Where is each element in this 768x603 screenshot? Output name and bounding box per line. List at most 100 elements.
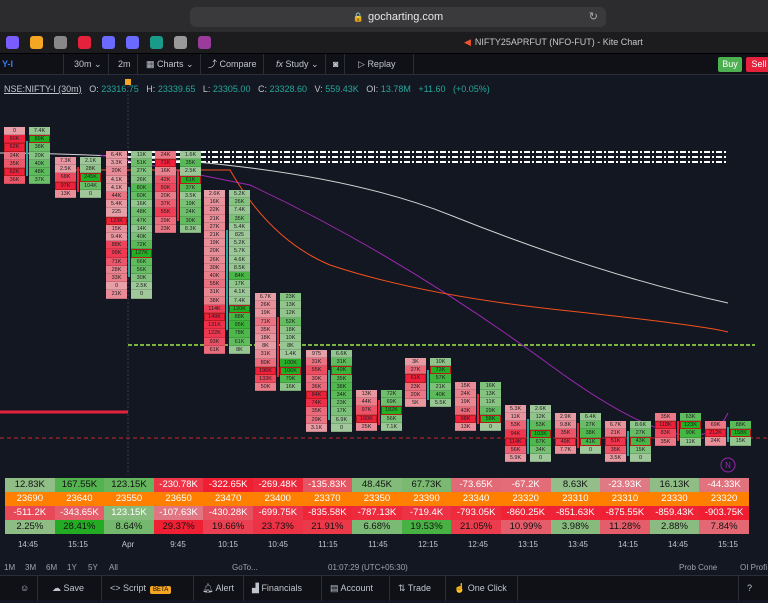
- time-tick: 15:15: [67, 540, 89, 549]
- sell-volume-cell: 4.1K: [106, 175, 127, 184]
- sell-volume-cell: 21K: [106, 290, 127, 299]
- alert-button[interactable]: 🔔︎ Alert: [194, 576, 244, 601]
- sell-volume-cell: 20K: [155, 192, 176, 201]
- bookmark-icon[interactable]: [6, 36, 19, 49]
- bookmark-icon[interactable]: [126, 36, 139, 49]
- cum-delta-cell: -903.75K: [699, 506, 749, 520]
- replay-label: Replay: [367, 59, 396, 69]
- time-tick: 9:45: [170, 540, 186, 549]
- sell-volume-cell: 98K: [455, 414, 476, 423]
- cum-delta-cell: -343.65K: [54, 506, 105, 520]
- candle-body: [477, 394, 479, 424]
- sell-button[interactable]: Sell: [746, 57, 768, 72]
- time-tick: 12:45: [467, 540, 489, 549]
- interval-select[interactable]: 30m ⌄: [68, 54, 109, 75]
- range-5y[interactable]: 5Y: [88, 563, 98, 572]
- kite-logo-icon: ◀: [464, 37, 471, 47]
- sell-volume-cell: 225: [106, 208, 127, 217]
- replay-button[interactable]: ▷ Replay: [352, 54, 414, 75]
- bookmark-icon[interactable]: [78, 36, 91, 49]
- sell-volume-cell: 122K: [204, 329, 225, 338]
- buy-volume-cell: 16K: [480, 382, 501, 391]
- sell-volume-cell: 16K: [204, 198, 225, 207]
- buy-volume-cell: 84K: [229, 272, 250, 281]
- range-1y[interactable]: 1Y: [67, 563, 77, 572]
- time-tick: Apr: [121, 540, 135, 549]
- script-button[interactable]: <> Script BETA: [102, 576, 194, 601]
- footprint-chart[interactable]: N 0 60K 62K 24K 35K 62K 36K 7.4K 89K 38K 20K 40K 48K…: [0, 75, 768, 475]
- bookmark-icon[interactable]: [102, 36, 115, 49]
- camera-icon: ◙: [333, 59, 339, 69]
- help-button[interactable]: ?: [738, 576, 760, 601]
- sell-volume-cell: 74K: [306, 399, 327, 408]
- buy-volume-cell: 13K: [280, 301, 301, 310]
- range-3m[interactable]: 3M: [25, 563, 36, 572]
- trade-button[interactable]: ⇅ Trade: [390, 576, 446, 601]
- sell-volume-cell: 13K: [455, 423, 476, 432]
- study-button[interactable]: fx Study ⌄: [270, 54, 326, 75]
- charts-button[interactable]: ▦ Charts ⌄: [140, 54, 201, 75]
- symbol-search[interactable]: Y-I: [0, 54, 64, 75]
- bookmark-icon[interactable]: [54, 36, 67, 49]
- bookmark-icon[interactable]: [150, 36, 163, 49]
- sell-volume-cell: 35K: [655, 437, 676, 446]
- buy-volume-cell: 21K: [430, 382, 451, 391]
- buy-volume-cell: 0: [630, 453, 651, 462]
- candle-body: [328, 370, 330, 420]
- prob-cone-button[interactable]: Prob Cone: [679, 563, 717, 572]
- buy-volume-cell: 103K: [530, 429, 551, 438]
- financials-button[interactable]: ▟ Financials: [244, 576, 322, 601]
- sell-volume-cell: 118K: [655, 421, 676, 430]
- sell-volume-cell: 9.4K: [106, 233, 127, 242]
- bookmark-icon[interactable]: [30, 36, 43, 49]
- cum-delta-cell: -787.13K: [352, 506, 402, 520]
- buy-volume-cell: 12K: [280, 309, 301, 318]
- buy-volume-cell: 5.2K: [229, 190, 250, 199]
- one-click-button[interactable]: ☝ One Click: [446, 576, 518, 601]
- title-text: NIFTY25APRFUT (NFO-FUT) - Kite Chart: [474, 37, 643, 47]
- goto-button[interactable]: GoTo...: [232, 563, 258, 572]
- buy-volume-cell: 16K: [131, 200, 152, 209]
- sell-volume-cell: 27K: [405, 366, 426, 375]
- interval-2m-button[interactable]: 2m: [112, 54, 138, 75]
- snapshot-button[interactable]: ◙: [327, 54, 346, 75]
- sell-volume-cell: 23K: [405, 382, 426, 391]
- poc-cell: 23310: [550, 492, 601, 506]
- buy-button[interactable]: Buy: [718, 57, 742, 72]
- sell-volume-cell: 3K: [405, 358, 426, 367]
- cum-delta-cell: -859.43K: [649, 506, 700, 520]
- buy-volume-cell: 52K: [280, 317, 301, 326]
- range-all[interactable]: All: [109, 563, 118, 572]
- sell-volume-cell: 24K: [455, 390, 476, 399]
- buy-volume-cell: 1.6K: [180, 151, 201, 160]
- save-button[interactable]: ☁ Save: [44, 576, 102, 601]
- address-bar[interactable]: 🔒 gocharting.com ↻: [190, 7, 606, 27]
- range-6m[interactable]: 6M: [46, 563, 57, 572]
- account-button[interactable]: ▤ Account: [322, 576, 390, 601]
- brain-button[interactable]: ☺: [12, 576, 39, 601]
- buy-volume-cell: 182K: [381, 406, 402, 415]
- delta-cell: 12.83K: [5, 478, 55, 492]
- buy-volume-cell: 100K: [280, 358, 301, 367]
- sell-volume-cell: 31K: [306, 358, 327, 367]
- sell-volume-cell: 61K: [405, 374, 426, 383]
- pct-cell: 2.25%: [5, 520, 55, 534]
- poc-cell: 23310: [600, 492, 650, 506]
- range-1m[interactable]: 1M: [4, 563, 15, 572]
- buy-volume-cell: 11K: [680, 437, 701, 446]
- buy-volume-cell: 37K: [29, 176, 50, 185]
- time-axis[interactable]: 14:45 15:15 Apr 9:45 10:15 10:45 11:15 11:45 12:…: [0, 540, 768, 552]
- bookmark-icon[interactable]: [174, 36, 187, 49]
- sell-volume-cell: 15K: [106, 224, 127, 233]
- oi-profile-button[interactable]: OI Profi: [740, 563, 767, 572]
- sell-volume-cell: 21K: [605, 429, 626, 438]
- sell-volume-cell: 62K: [4, 168, 25, 177]
- reload-icon[interactable]: ↻: [589, 7, 598, 27]
- study-label: Study: [285, 59, 309, 69]
- buy-volume-cell: 61K: [229, 337, 250, 346]
- delta-cell: -322.65K: [203, 478, 253, 492]
- compare-button[interactable]: ⤴ Compare: [202, 54, 264, 75]
- sell-volume-cell: 35K: [655, 413, 676, 422]
- sell-volume-cell: 123K: [106, 216, 127, 225]
- bookmark-icon[interactable]: [198, 36, 211, 49]
